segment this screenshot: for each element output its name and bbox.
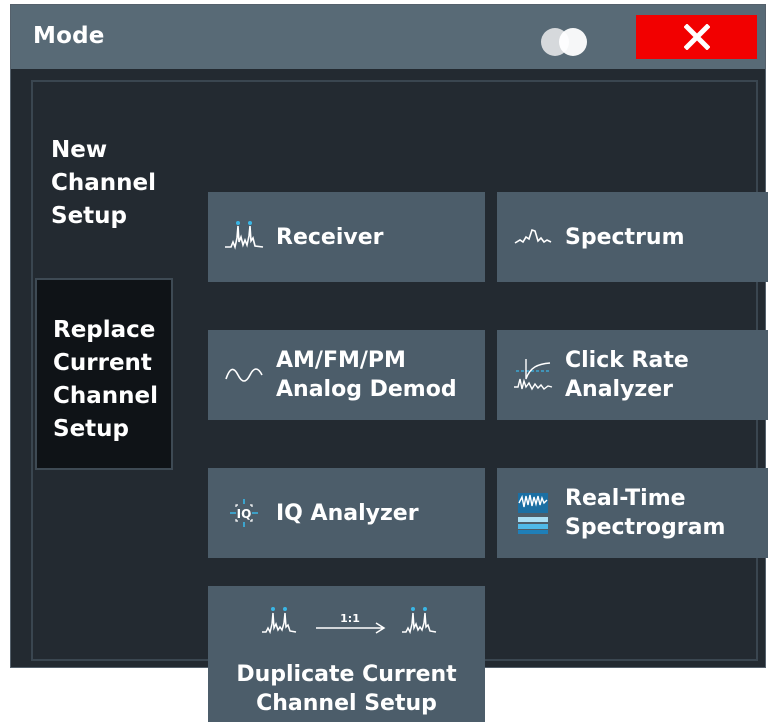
analog-demod-label: AM/FM/PM Analog Demod [276,348,457,402]
mode-dialog: Mode New Channel Setup Replace Current C… [10,4,768,722]
title-bar: Mode [11,5,765,69]
display-toggle-icon[interactable] [541,28,589,56]
analog-demod-button[interactable]: AM/FM/PM Analog Demod [208,330,485,420]
iq-analyzer-icon: IQ [222,495,266,531]
tab-new-label: New Channel Setup [51,137,157,229]
realtime-spectrogram-icon [511,491,555,535]
click-rate-icon [511,357,555,393]
tab-new-channel-setup[interactable]: New Channel Setup [35,134,173,274]
duplicate-icon: 1:1 [242,600,452,640]
tab-replace-label: Replace Current Channel Setup [53,317,159,442]
spectrum-icon [511,225,555,249]
tab-replace-current-channel-setup[interactable]: Replace Current Channel Setup [35,278,173,470]
iq-analyzer-button[interactable]: IQ IQ Analyzer [208,468,485,558]
svg-text:IQ: IQ [237,507,252,521]
click-rate-label: Click Rate Analyzer [565,348,689,402]
mode-panel: New Channel Setup Replace Current Channe… [31,80,768,722]
duplicate-channel-label: Duplicate Current Channel Setup [236,662,457,716]
receiver-button[interactable]: Receiver [208,192,485,282]
receiver-icon [222,220,266,254]
duplicate-channel-button[interactable]: 1:1 Duplicate Current Channel Setup [208,586,485,722]
receiver-label: Receiver [276,224,384,250]
realtime-spectrogram-label: Real-Time Spectrogram [565,486,726,540]
close-button[interactable] [636,15,757,59]
close-icon [683,24,710,50]
analog-demod-icon [222,365,266,385]
dialog-title: Mode [33,23,105,49]
duplicate-ratio-label: 1:1 [340,612,360,625]
realtime-spectrogram-button[interactable]: Real-Time Spectrogram [497,468,768,558]
spectrum-button[interactable]: Spectrum [497,192,768,282]
iq-analyzer-label: IQ Analyzer [276,500,419,526]
spectrum-label: Spectrum [565,224,685,250]
click-rate-analyzer-button[interactable]: Click Rate Analyzer [497,330,768,420]
